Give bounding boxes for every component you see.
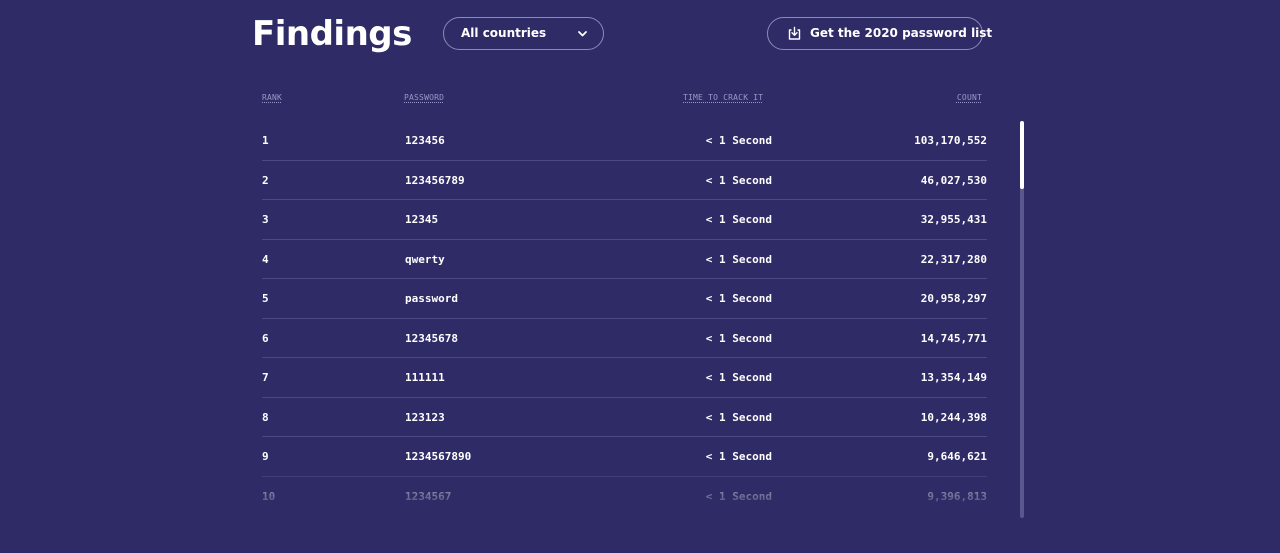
- password-cell: 123123: [405, 410, 445, 424]
- password-cell: 12345: [405, 213, 439, 226]
- rank-cell: 3: [262, 213, 269, 226]
- count-cell: 9,646,621: [927, 450, 987, 463]
- count-cell: 13,354,149: [920, 371, 987, 384]
- count-cell: 20,958,297: [920, 292, 987, 305]
- count-cell: 10,244,398: [920, 410, 987, 424]
- time-to-crack-cell: < 1 Second: [705, 252, 772, 266]
- country-select-value: All countries: [461, 26, 547, 40]
- column-header-count[interactable]: COUNT: [957, 93, 982, 102]
- time-to-crack-cell: < 1 Second: [705, 371, 772, 384]
- password-cell: 1234567890: [405, 450, 472, 463]
- time-to-crack-cell: < 1 Second: [705, 173, 772, 187]
- rank-cell: 4: [262, 252, 269, 266]
- count-cell: 14,745,771: [920, 331, 987, 345]
- rank-cell: 5: [262, 292, 269, 305]
- column-header-time-to-crack[interactable]: TIME TO CRACK IT: [683, 93, 763, 102]
- table-row: 7 111111 < 1 Second 13,354,149: [262, 358, 987, 398]
- table-row: 5 password < 1 Second 20,958,297: [262, 279, 987, 319]
- table-row: 9 1234567890 < 1 Second 9,646,621: [262, 437, 987, 477]
- table-row: 1 123456 < 1 Second 103,170,552: [262, 121, 987, 161]
- table-row: 6 12345678 < 1 Second 14,745,771: [262, 319, 987, 358]
- password-cell: 111111: [405, 371, 445, 384]
- rank-cell: 9: [262, 450, 269, 463]
- rank-cell: 6: [262, 331, 269, 345]
- rank-cell: 1: [262, 134, 269, 147]
- table-row: 2 123456789 < 1 Second 46,027,530: [262, 161, 987, 200]
- count-cell: 22,317,280: [920, 252, 987, 266]
- count-cell: 103,170,552: [914, 134, 987, 147]
- table-row: 8 123123 < 1 Second 10,244,398: [262, 398, 987, 437]
- table-scrollbar[interactable]: [1020, 121, 1024, 518]
- rank-cell: 2: [262, 173, 269, 187]
- rank-cell: 10: [262, 489, 276, 503]
- password-cell: 1234567: [405, 489, 452, 503]
- time-to-crack-cell: < 1 Second: [705, 134, 772, 147]
- column-header-password[interactable]: PASSWORD: [404, 93, 444, 102]
- scrollbar-thumb[interactable]: [1020, 121, 1024, 189]
- table-row: 4 qwerty < 1 Second 22,317,280: [262, 240, 987, 279]
- download-password-list-button[interactable]: Get the 2020 password list: [767, 17, 992, 50]
- country-select[interactable]: All countries: [443, 17, 604, 50]
- password-cell: 123456: [405, 134, 445, 147]
- count-cell: 46,027,530: [920, 173, 987, 187]
- password-cell: 12345678: [405, 331, 458, 345]
- password-table: 1 123456 < 1 Second 103,170,552 2 123456…: [262, 121, 987, 516]
- chevron-down-icon: [578, 31, 587, 37]
- count-cell: 9,396,813: [927, 489, 987, 503]
- password-cell: qwerty: [405, 252, 445, 266]
- rank-cell: 8: [262, 410, 269, 424]
- time-to-crack-cell: < 1 Second: [705, 489, 772, 503]
- time-to-crack-cell: < 1 Second: [705, 331, 772, 345]
- column-header-rank[interactable]: RANK: [262, 93, 282, 102]
- page-title: Findings: [252, 14, 412, 54]
- time-to-crack-cell: < 1 Second: [705, 213, 772, 226]
- table-row: 10 1234567 < 1 Second 9,396,813: [262, 477, 987, 516]
- download-button-label: Get the 2020 password list: [810, 26, 993, 40]
- table-row: 3 12345 < 1 Second 32,955,431: [262, 200, 987, 240]
- password-cell: password: [405, 292, 458, 305]
- time-to-crack-cell: < 1 Second: [705, 292, 772, 305]
- time-to-crack-cell: < 1 Second: [705, 450, 772, 463]
- count-cell: 32,955,431: [920, 213, 987, 226]
- rank-cell: 7: [262, 371, 269, 384]
- download-icon: [788, 26, 801, 40]
- time-to-crack-cell: < 1 Second: [705, 410, 772, 424]
- page-header: Findings All countries Get the 2020 pass…: [0, 0, 1280, 70]
- password-cell: 123456789: [405, 173, 465, 187]
